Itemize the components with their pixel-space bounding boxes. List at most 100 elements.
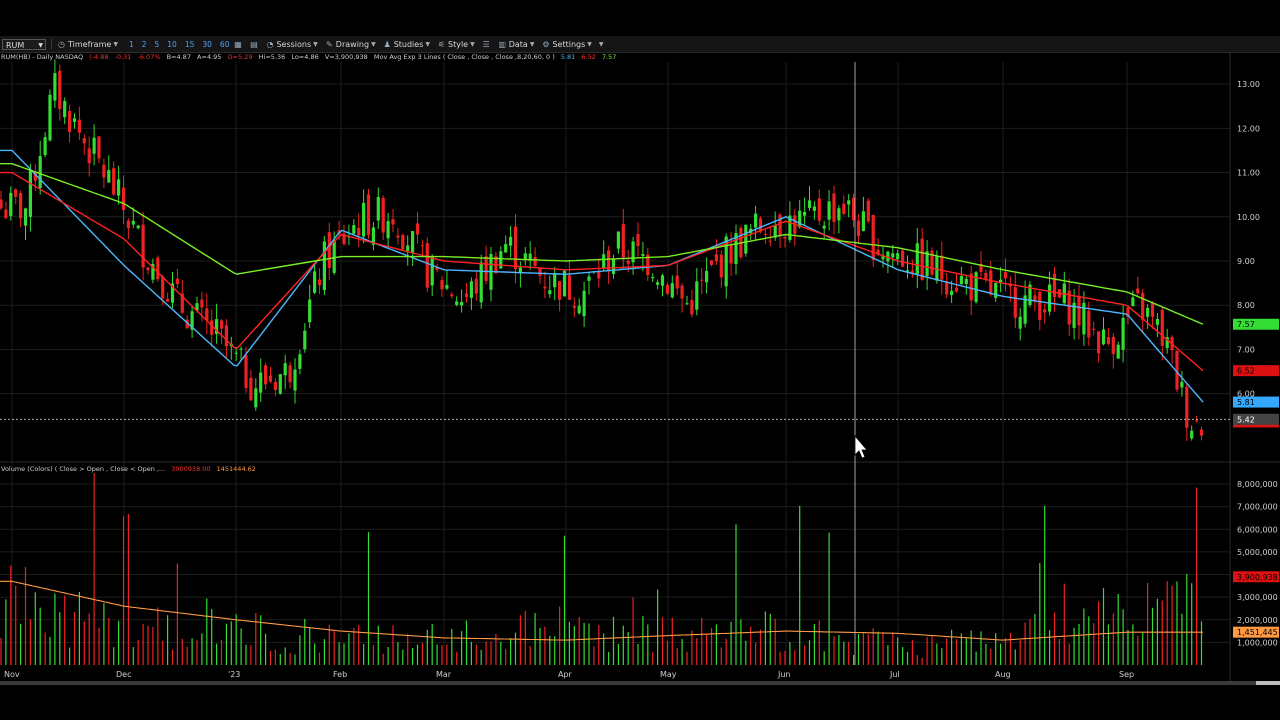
candle-body bbox=[141, 224, 145, 268]
volume-bar bbox=[1000, 643, 1002, 665]
candle-body bbox=[1160, 309, 1164, 346]
price-chart[interactable]: 13.0012.0011.0010.009.008.007.006.008,00… bbox=[0, 0, 1280, 681]
volume-bar bbox=[201, 633, 203, 665]
volume-bar bbox=[230, 621, 232, 665]
volume-bar bbox=[769, 613, 771, 665]
crosshair-price-flag-text: 5.42 bbox=[1237, 415, 1255, 424]
candle-body bbox=[1092, 328, 1096, 330]
volume-bar bbox=[1058, 638, 1060, 665]
volume-bar bbox=[1083, 608, 1085, 665]
volume-bar bbox=[642, 615, 644, 665]
candle-body bbox=[1101, 329, 1106, 345]
volume-bar bbox=[1122, 609, 1124, 665]
volume-bar bbox=[250, 645, 252, 665]
volume-bar bbox=[813, 624, 815, 665]
volume-bar bbox=[1029, 618, 1031, 665]
volume-bar bbox=[265, 633, 267, 665]
volume-bar bbox=[872, 628, 874, 665]
candle-body bbox=[700, 279, 704, 281]
candle-body bbox=[464, 293, 469, 298]
volume-avg-flag-text: 1,451,445 bbox=[1237, 628, 1278, 637]
candle-body bbox=[332, 240, 336, 273]
volume-bar bbox=[1068, 643, 1070, 665]
volume-bar bbox=[255, 612, 257, 665]
volume-bar bbox=[554, 636, 556, 665]
candle-body bbox=[1185, 386, 1189, 428]
volume-bar bbox=[848, 641, 850, 665]
candle-body bbox=[621, 224, 625, 258]
volume-bar bbox=[98, 627, 100, 665]
volume-bar bbox=[1034, 614, 1036, 665]
volume-bar bbox=[1039, 563, 1041, 665]
candle-body bbox=[175, 278, 179, 285]
candle-body bbox=[558, 281, 562, 300]
volume-average-line bbox=[0, 580, 1203, 641]
candle-body bbox=[656, 282, 660, 285]
volume-bar bbox=[578, 616, 580, 665]
volume-bar bbox=[367, 532, 370, 665]
candle-body bbox=[406, 245, 410, 251]
candle-body bbox=[249, 377, 253, 401]
candle-body bbox=[866, 200, 870, 222]
candle-body bbox=[391, 219, 395, 225]
volume-bar bbox=[314, 643, 316, 665]
candle-body bbox=[166, 298, 170, 302]
volume-bar bbox=[431, 623, 433, 665]
volume-bar bbox=[1171, 585, 1173, 665]
volume-bar bbox=[274, 649, 276, 665]
volume-bar bbox=[1200, 621, 1203, 665]
candle-body bbox=[259, 372, 263, 393]
candle-body bbox=[317, 279, 322, 286]
volume-bar bbox=[421, 642, 423, 665]
candle-body bbox=[1121, 317, 1125, 350]
candle-body bbox=[945, 281, 949, 295]
volume-bar bbox=[152, 626, 154, 665]
volume-bar bbox=[921, 657, 923, 665]
volume-bar bbox=[823, 651, 825, 665]
candle-body bbox=[366, 194, 371, 236]
candle-body bbox=[768, 240, 772, 242]
volume-bar bbox=[412, 647, 414, 665]
volume-bar bbox=[1019, 640, 1021, 665]
volume-bar bbox=[49, 636, 51, 665]
candle-body bbox=[915, 243, 919, 275]
candle-body bbox=[817, 198, 821, 221]
volume-bar bbox=[975, 651, 977, 665]
volume-tick-label: 8,000,000 bbox=[1237, 480, 1278, 489]
volume-bar bbox=[289, 653, 291, 665]
candle-body bbox=[695, 281, 699, 310]
candle-body bbox=[763, 233, 767, 235]
volume-bar bbox=[1176, 581, 1178, 665]
volume-bar bbox=[480, 649, 482, 665]
volume-bar bbox=[186, 646, 188, 665]
volume-bar bbox=[715, 624, 717, 665]
volume-bar bbox=[167, 615, 169, 665]
volume-bar bbox=[524, 610, 526, 665]
candle-body bbox=[244, 355, 248, 388]
volume-value: V=3,900,938 bbox=[324, 53, 368, 61]
volume-bar bbox=[436, 644, 438, 665]
candle-body bbox=[1003, 272, 1008, 279]
candle-body bbox=[798, 210, 802, 228]
volume-bar bbox=[1142, 632, 1144, 665]
candle-body bbox=[0, 199, 3, 209]
volume-bar bbox=[1073, 627, 1075, 665]
volume-bar bbox=[1004, 638, 1007, 665]
change-value: (-4.88 bbox=[89, 53, 109, 61]
mouse-cursor-icon bbox=[854, 434, 868, 459]
candle-body bbox=[474, 278, 478, 294]
date-tick-label: May bbox=[660, 670, 677, 679]
volume-bar bbox=[1132, 624, 1134, 665]
candle-body bbox=[82, 138, 86, 144]
volume-last-flag: 3,900,938 bbox=[1233, 571, 1279, 583]
volume-bar bbox=[358, 625, 360, 665]
candle-body bbox=[146, 267, 150, 271]
volume-bar bbox=[127, 514, 129, 665]
candle-body bbox=[994, 282, 998, 298]
candle-body bbox=[891, 253, 895, 258]
volume-bar bbox=[647, 624, 649, 665]
candle-body bbox=[950, 290, 954, 295]
volume-bar bbox=[1093, 623, 1095, 665]
candle-body bbox=[43, 137, 47, 156]
candle-body bbox=[92, 137, 96, 154]
